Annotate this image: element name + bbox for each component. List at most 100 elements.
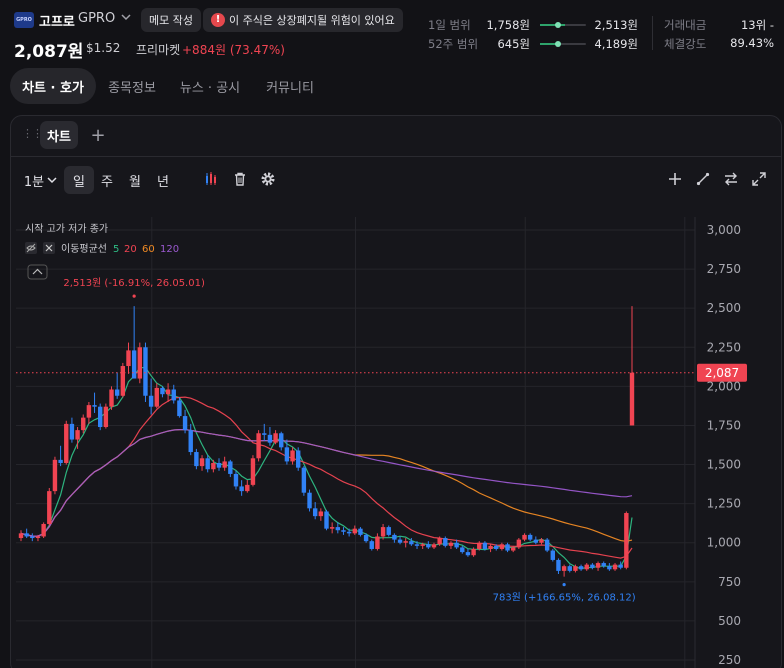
candle-body bbox=[567, 566, 572, 571]
ma-label: 이동평균선 bbox=[61, 243, 107, 255]
memo-button[interactable]: 메모 작성 bbox=[141, 8, 201, 32]
candle-body bbox=[544, 539, 550, 551]
price-chart[interactable]: 2,513원 (-16.91%, 26.05.01) 783원 (+166.65%… bbox=[11, 217, 781, 668]
interval-select[interactable]: 1분 bbox=[22, 166, 60, 194]
period-day[interactable]: 일 bbox=[64, 166, 94, 194]
period-month[interactable]: 월 bbox=[123, 166, 147, 194]
period-week[interactable]: 주 bbox=[95, 166, 119, 194]
low-annotation: 783원 (+166.65%, 26.08.12) bbox=[493, 592, 636, 604]
candle-body bbox=[143, 347, 148, 396]
candle-body bbox=[109, 389, 114, 407]
candle-body bbox=[482, 542, 488, 549]
stock-name[interactable]: 고프로 bbox=[39, 11, 75, 30]
candle-body bbox=[533, 539, 539, 543]
ohlc-legend: 시작 고가 저가 종가 bbox=[25, 223, 108, 235]
expand-icon[interactable] bbox=[749, 169, 769, 189]
y-tick-label: 1,250 bbox=[707, 497, 741, 511]
candle-body bbox=[131, 350, 137, 379]
candle-body bbox=[454, 542, 459, 548]
draw-line-icon[interactable] bbox=[693, 169, 713, 189]
candle-body bbox=[386, 527, 391, 535]
price-change: +884원 (73.47%) bbox=[182, 43, 285, 57]
collapse-legend-button[interactable] bbox=[27, 264, 48, 280]
candle-body bbox=[527, 534, 533, 540]
chevron-down-icon[interactable] bbox=[120, 11, 132, 26]
candle-body bbox=[216, 462, 222, 468]
candle-body bbox=[392, 534, 397, 540]
candle-body bbox=[58, 459, 63, 463]
candle-body bbox=[510, 547, 516, 551]
stock-logo: GPRO bbox=[14, 12, 34, 28]
swap-icon[interactable] bbox=[721, 169, 741, 189]
panel-divider bbox=[11, 156, 781, 157]
candle-body bbox=[607, 566, 612, 570]
tab-news[interactable]: 뉴스 · 공시 bbox=[170, 68, 250, 104]
candle-body bbox=[233, 473, 239, 487]
candle-body bbox=[160, 387, 165, 395]
gear-icon[interactable] bbox=[258, 169, 278, 189]
candle-body bbox=[584, 564, 589, 570]
delisting-warning-badge[interactable]: ! 이 주식은 상장폐지될 위험이 있어요 bbox=[203, 8, 403, 32]
candle-body bbox=[30, 536, 35, 539]
period-year[interactable]: 년 bbox=[151, 166, 175, 194]
chevron-up-icon bbox=[32, 268, 43, 275]
candle-body bbox=[522, 534, 527, 540]
candle-body bbox=[245, 484, 250, 492]
candle-body bbox=[165, 389, 171, 395]
ma-120: 120 bbox=[160, 244, 179, 255]
candle-body bbox=[279, 433, 284, 448]
stock-ticker[interactable]: GPRO bbox=[78, 11, 115, 26]
candle-body bbox=[335, 527, 341, 531]
y-tick-label: 750 bbox=[718, 575, 741, 589]
memo-button-label: 메모 작성 bbox=[149, 14, 193, 27]
candle-body bbox=[41, 523, 46, 537]
high-marker bbox=[132, 294, 136, 298]
candle-body bbox=[403, 541, 408, 543]
candle-body bbox=[448, 542, 454, 546]
candle-body bbox=[437, 538, 442, 545]
candle-body bbox=[98, 406, 103, 428]
candle-body bbox=[341, 530, 346, 532]
candle-body bbox=[177, 400, 182, 417]
candle-body bbox=[460, 547, 465, 553]
candle-body bbox=[273, 433, 278, 443]
candle-body bbox=[414, 544, 420, 546]
trash-icon[interactable] bbox=[230, 169, 250, 189]
tab-community[interactable]: 커뮤니티 bbox=[256, 68, 324, 104]
candle-body bbox=[222, 461, 227, 468]
candle-body bbox=[477, 542, 482, 549]
drag-handle-icon[interactable]: ⋮⋮ bbox=[22, 127, 43, 140]
ma-20: 20 bbox=[124, 244, 137, 255]
candle-body bbox=[318, 511, 324, 517]
candle-body bbox=[296, 450, 301, 468]
tab-chart[interactable]: 차트 bbox=[40, 121, 78, 149]
candle-body bbox=[397, 539, 403, 543]
y-tick-label: 2,750 bbox=[707, 262, 741, 276]
candle-body bbox=[590, 564, 595, 568]
add-tab-icon[interactable]: + bbox=[88, 121, 108, 149]
candle-body bbox=[369, 541, 374, 549]
current-price-label: 2,087 bbox=[705, 366, 739, 380]
candle-body bbox=[352, 528, 357, 534]
strength-label: 체결강도 bbox=[664, 37, 707, 51]
candle-body bbox=[256, 433, 261, 459]
candle-body bbox=[380, 527, 386, 537]
candle-body bbox=[324, 511, 329, 529]
candle-body bbox=[539, 539, 544, 543]
candle-body bbox=[612, 564, 618, 570]
tab-chart-orderbook[interactable]: 차트 · 호가 bbox=[10, 68, 96, 104]
candle-body bbox=[35, 536, 41, 539]
warning-icon: ! bbox=[211, 13, 225, 27]
candle-body bbox=[81, 417, 86, 431]
candle-body bbox=[556, 559, 561, 571]
tab-stock-info[interactable]: 종목정보 bbox=[100, 68, 164, 104]
candle-body bbox=[618, 564, 623, 568]
candle-body bbox=[75, 430, 80, 440]
candle-type-icon[interactable] bbox=[202, 169, 222, 189]
candle-body bbox=[358, 528, 363, 535]
trade-value-label: 거래대금 bbox=[664, 18, 707, 32]
candle-body bbox=[375, 536, 380, 549]
high-annotation: 2,513원 (-16.91%, 26.05.01) bbox=[63, 277, 205, 289]
candle-body bbox=[126, 350, 131, 367]
plus-icon[interactable] bbox=[665, 169, 685, 189]
